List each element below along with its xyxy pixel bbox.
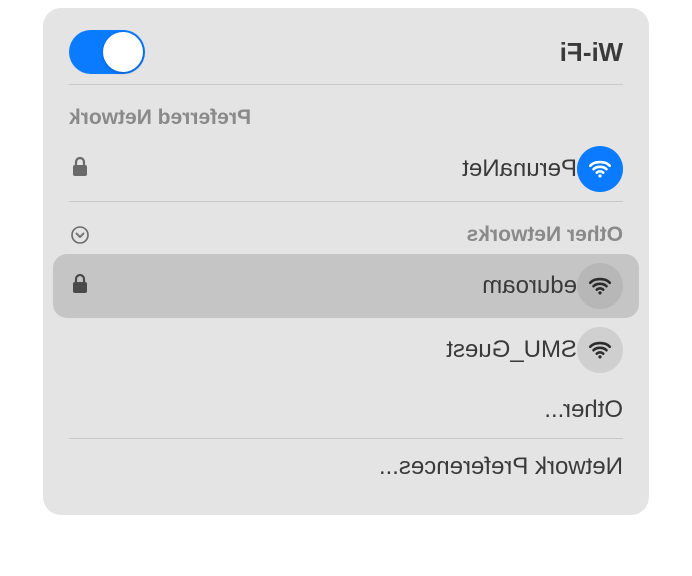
network-name: eduroam bbox=[482, 272, 577, 300]
toggle-knob bbox=[103, 32, 143, 72]
preferred-section-header: Preferred Network bbox=[43, 85, 649, 137]
network-name: PerunaNet bbox=[462, 155, 577, 183]
other-network-item[interactable]: Other... bbox=[43, 382, 649, 438]
lock-icon bbox=[69, 156, 89, 183]
wifi-signal-icon bbox=[577, 146, 623, 192]
wifi-toggle[interactable] bbox=[69, 30, 145, 74]
wifi-title: Wi-Fi bbox=[560, 37, 623, 68]
network-item-eduroam[interactable]: eduroam bbox=[53, 254, 639, 318]
prefs-link: Network Preferences... bbox=[379, 453, 623, 481]
wifi-signal-icon bbox=[577, 263, 623, 309]
lock-icon bbox=[69, 273, 89, 300]
other-link: Other... bbox=[544, 396, 623, 424]
network-item-perunanet[interactable]: PerunaNet bbox=[43, 137, 649, 201]
wifi-header-row: Wi-Fi bbox=[43, 24, 649, 84]
network-name: SMU_Guest bbox=[446, 336, 577, 364]
other-section-header[interactable]: Other Networks bbox=[43, 202, 649, 254]
network-preferences-item[interactable]: Network Preferences... bbox=[43, 439, 649, 495]
wifi-signal-icon bbox=[577, 327, 623, 373]
other-label: Other Networks bbox=[467, 223, 623, 247]
network-item-smuguest[interactable]: SMU_Guest bbox=[43, 318, 649, 382]
preferred-label: Preferred Network bbox=[69, 106, 251, 130]
wifi-menu-panel: Wi-Fi Preferred Network PerunaNet bbox=[43, 8, 649, 515]
chevron-down-icon bbox=[69, 224, 91, 246]
